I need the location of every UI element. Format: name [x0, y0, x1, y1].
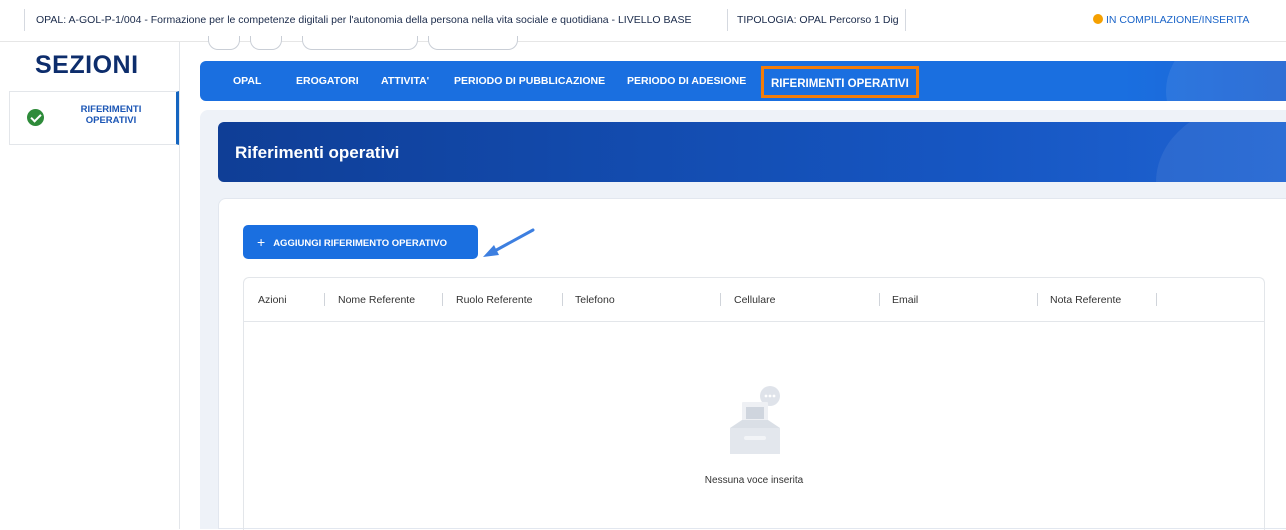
tab-opal[interactable]: OPAL: [233, 75, 261, 87]
column-separator: [879, 293, 880, 306]
riferimenti-panel: + AGGIUNGI RIFERIMENTO OPERATIVO Azioni N…: [218, 198, 1286, 530]
column-header-telefono: Telefono: [575, 294, 615, 306]
tab-erogatori[interactable]: EROGATORI: [296, 75, 359, 87]
empty-state-text: Nessuna voce inserita: [704, 475, 804, 486]
divider: [727, 9, 728, 31]
sections-sidebar: SEZIONI RIFERIMENTI OPERATIVI: [0, 42, 180, 529]
tab-attivita[interactable]: ATTIVITA': [381, 75, 429, 87]
decorative-shape: [1166, 61, 1286, 101]
status-text: IN COMPILAZIONE/INSERITA: [1106, 14, 1250, 26]
empty-inbox-icon: [730, 386, 780, 454]
column-header-nota-referente: Nota Referente: [1050, 294, 1122, 306]
pointer-arrow-icon: [483, 228, 535, 257]
sidebar-title: SEZIONI: [35, 51, 139, 79]
column-header-cellulare: Cellulare: [734, 294, 776, 306]
sidebar-item-riferimenti-operativi[interactable]: RIFERIMENTI OPERATIVI: [9, 91, 179, 145]
page-header-banner: Riferimenti operativi: [218, 122, 1286, 182]
add-riferimento-button[interactable]: + AGGIUNGI RIFERIMENTO OPERATIVO: [243, 225, 478, 259]
hidden-pill-button[interactable]: [208, 36, 240, 50]
tab-riferimenti-operativi[interactable]: RIFERIMENTI OPERATIVI: [761, 66, 919, 98]
check-circle-icon: [27, 109, 44, 126]
table-header: Azioni Nome Referente Ruolo Referente Te…: [244, 278, 1264, 322]
hidden-pill-button[interactable]: [302, 36, 418, 50]
divider: [905, 9, 906, 31]
column-separator: [442, 293, 443, 306]
decorative-shape: [1156, 122, 1286, 182]
top-info-bar: OPAL: A-GOL-P-1/004 - Formazione per le …: [0, 0, 1286, 42]
main-content: Riferimenti operativi + AGGIUNGI RIFERIME…: [200, 110, 1286, 530]
riferimenti-table: Azioni Nome Referente Ruolo Referente Te…: [243, 277, 1265, 530]
status-dot-icon: [1093, 14, 1103, 24]
tab-periodo-adesione[interactable]: PERIODO DI ADESIONE: [627, 75, 746, 87]
opal-info-text: OPAL: A-GOL-P-1/004 - Formazione per le …: [36, 14, 692, 26]
column-separator: [1156, 293, 1157, 306]
tab-periodo-pubblicazione[interactable]: PERIODO DI PUBBLICAZIONE: [454, 75, 605, 87]
column-separator: [562, 293, 563, 306]
column-header-ruolo-referente: Ruolo Referente: [456, 294, 533, 306]
page-title: Riferimenti operativi: [235, 143, 400, 162]
sidebar-item-label: RIFERIMENTI OPERATIVI: [80, 104, 142, 126]
hidden-pill-button[interactable]: [428, 36, 518, 50]
plus-icon: +: [257, 234, 266, 250]
hidden-pill-button[interactable]: [250, 36, 282, 50]
add-button-label: AGGIUNGI RIFERIMENTO OPERATIVO: [273, 238, 448, 249]
column-header-email: Email: [892, 294, 919, 306]
column-header-nome-referente: Nome Referente: [338, 294, 416, 306]
column-header-azioni: Azioni: [258, 294, 287, 306]
status-badge: IN COMPILAZIONE/INSERITA: [1093, 14, 1249, 26]
tipologia-text: TIPOLOGIA: OPAL Percorso 1 Dig: [737, 14, 899, 26]
divider: [24, 9, 25, 31]
column-separator: [324, 293, 325, 306]
column-separator: [1037, 293, 1038, 306]
section-tabs: OPAL EROGATORI ATTIVITA' PERIODO DI PUBB…: [200, 61, 1286, 101]
column-separator: [720, 293, 721, 306]
